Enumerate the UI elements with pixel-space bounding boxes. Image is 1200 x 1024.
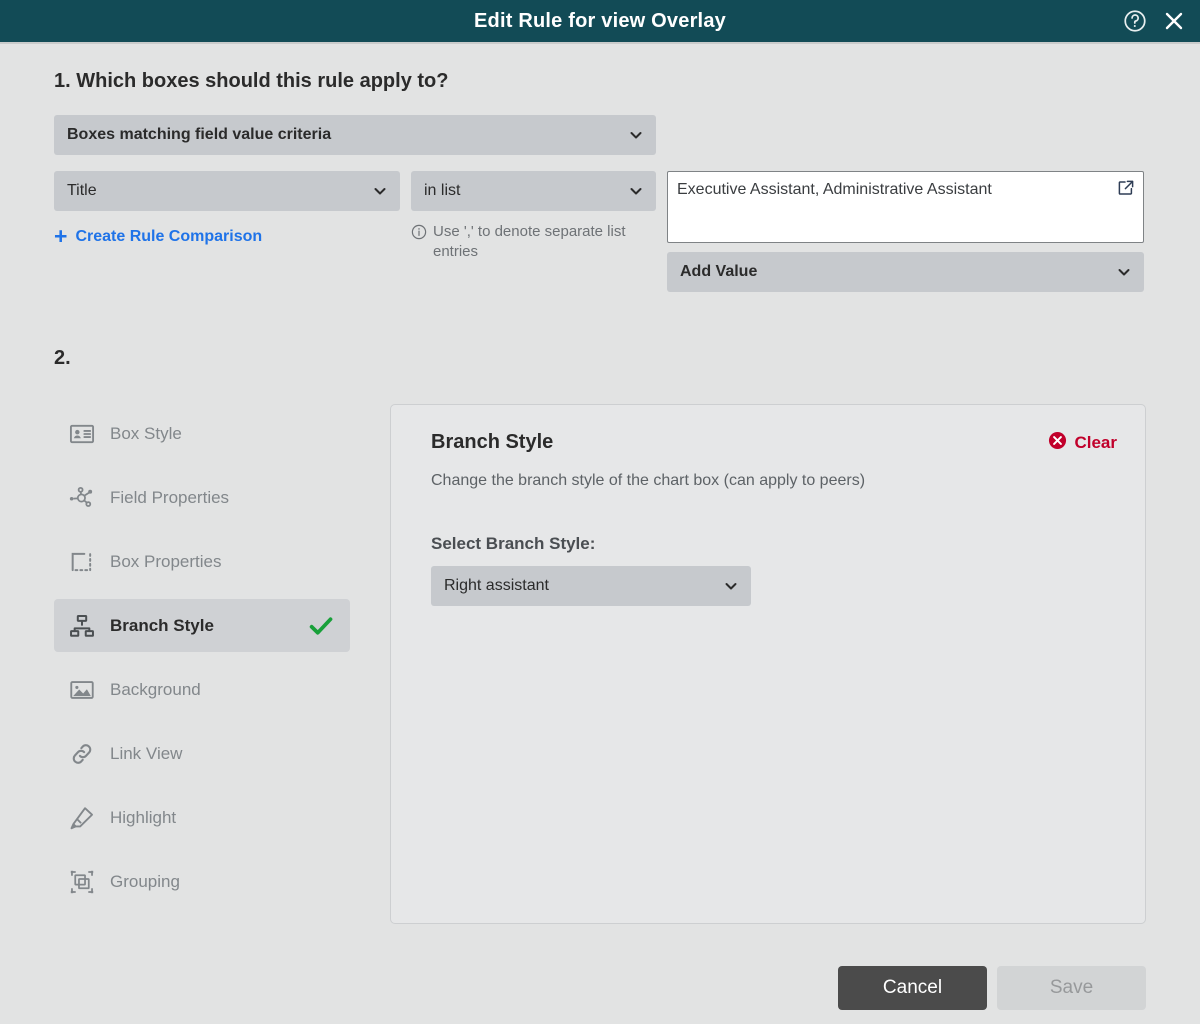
chevron-down-icon xyxy=(628,127,644,143)
image-icon xyxy=(68,676,102,704)
sidebar-item-link-view[interactable]: Link View xyxy=(54,727,350,780)
branch-style-select-value: Right assistant xyxy=(444,577,549,594)
create-rule-comparison-label: Create Rule Comparison xyxy=(75,227,263,245)
save-button[interactable]: Save xyxy=(997,966,1146,1010)
dialog-titlebar: Edit Rule for view Overlay xyxy=(0,0,1200,44)
criteria-row: Title + Create Rule Comparison in list U… xyxy=(54,171,1146,292)
plus-icon: + xyxy=(54,223,68,249)
style-detail-panel: Branch Style Clear Change the branch sty… xyxy=(390,404,1146,924)
sidebar-item-label: Link View xyxy=(110,743,183,763)
dashed-box-icon xyxy=(68,548,102,576)
list-entry-hint-text: Use ',' to denote separate list entries xyxy=(433,223,626,261)
panel-title: Branch Style xyxy=(431,431,554,453)
check-icon xyxy=(306,611,336,641)
sidebar-item-label: Box Style xyxy=(110,423,182,443)
step-2-heading: 2. xyxy=(54,347,71,369)
help-circle-icon[interactable] xyxy=(1122,8,1148,34)
value-textarea[interactable]: Executive Assistant, Administrative Assi… xyxy=(667,171,1144,243)
criteria-field-column: Title + Create Rule Comparison xyxy=(54,171,400,292)
operator-select-value: in list xyxy=(424,182,461,199)
sidebar-item-label: Grouping xyxy=(110,871,180,891)
create-rule-comparison-link[interactable]: + Create Rule Comparison xyxy=(54,225,262,248)
sidebar-item-label: Branch Style xyxy=(110,615,214,635)
chevron-down-icon xyxy=(628,183,644,199)
node-graph-icon xyxy=(68,484,102,512)
sidebar-item-background[interactable]: Background xyxy=(54,663,350,716)
branch-style-field-label: Select Branch Style: xyxy=(431,534,596,553)
panel-header: Branch Style Clear xyxy=(431,431,1117,455)
clear-button-label: Clear xyxy=(1074,433,1117,452)
sidebar-item-branch-style[interactable]: Branch Style xyxy=(54,599,350,652)
chevron-down-icon xyxy=(1116,264,1132,280)
panel-description: Change the branch style of the chart box… xyxy=(431,472,866,489)
id-card-icon xyxy=(68,420,102,448)
sidebar-item-field-properties[interactable]: Field Properties xyxy=(54,471,350,524)
grouping-icon xyxy=(68,868,102,896)
sidebar-item-box-properties[interactable]: Box Properties xyxy=(54,535,350,588)
step-2-body: Box Style Field Properties Box Propertie… xyxy=(54,404,1146,924)
step-1-heading: 1. Which boxes should this rule apply to… xyxy=(54,70,449,92)
step-1-section: 1. Which boxes should this rule apply to… xyxy=(0,44,1200,292)
close-icon[interactable] xyxy=(1162,9,1186,33)
page-title: Edit Rule for view Overlay xyxy=(474,9,726,32)
criteria-operator-column: in list Use ',' to denote separate list … xyxy=(411,171,656,292)
sidebar-item-label: Box Properties xyxy=(110,551,222,571)
field-select-value: Title xyxy=(67,182,97,199)
clear-button[interactable]: Clear xyxy=(1048,431,1117,455)
dialog-footer: Cancel Save xyxy=(0,952,1200,1024)
error-circle-x-icon xyxy=(1048,431,1067,455)
step-2-section: 2. Box Style Field Properties Box Proper… xyxy=(0,347,1200,924)
list-entry-hint: Use ',' to denote separate list entries xyxy=(411,222,656,263)
external-link-icon[interactable] xyxy=(1117,179,1135,197)
highlighter-icon xyxy=(68,804,102,832)
scope-select[interactable]: Boxes matching field value criteria xyxy=(54,115,656,155)
sidebar-item-box-style[interactable]: Box Style xyxy=(54,407,350,460)
titlebar-actions xyxy=(1122,0,1186,42)
org-chart-icon xyxy=(68,612,102,640)
sidebar-item-label: Field Properties xyxy=(110,487,230,507)
cancel-button[interactable]: Cancel xyxy=(838,966,987,1010)
link-icon xyxy=(68,740,102,768)
criteria-value-column: Executive Assistant, Administrative Assi… xyxy=(667,171,1144,292)
style-category-sidebar: Box Style Field Properties Box Propertie… xyxy=(54,404,350,919)
chevron-down-icon xyxy=(372,183,388,199)
sidebar-item-label: Background xyxy=(110,679,201,699)
value-textarea-text: Executive Assistant, Administrative Assi… xyxy=(677,181,992,198)
add-value-select-value: Add Value xyxy=(680,263,758,280)
field-select[interactable]: Title xyxy=(54,171,400,211)
add-value-select[interactable]: Add Value xyxy=(667,252,1144,292)
branch-style-select[interactable]: Right assistant xyxy=(431,566,751,606)
chevron-down-icon xyxy=(723,578,739,594)
sidebar-item-highlight[interactable]: Highlight xyxy=(54,791,350,844)
sidebar-item-label: Highlight xyxy=(110,807,177,827)
info-icon xyxy=(411,224,427,263)
sidebar-item-grouping[interactable]: Grouping xyxy=(54,855,350,908)
operator-select[interactable]: in list xyxy=(411,171,656,211)
scope-select-value: Boxes matching field value criteria xyxy=(67,126,332,143)
